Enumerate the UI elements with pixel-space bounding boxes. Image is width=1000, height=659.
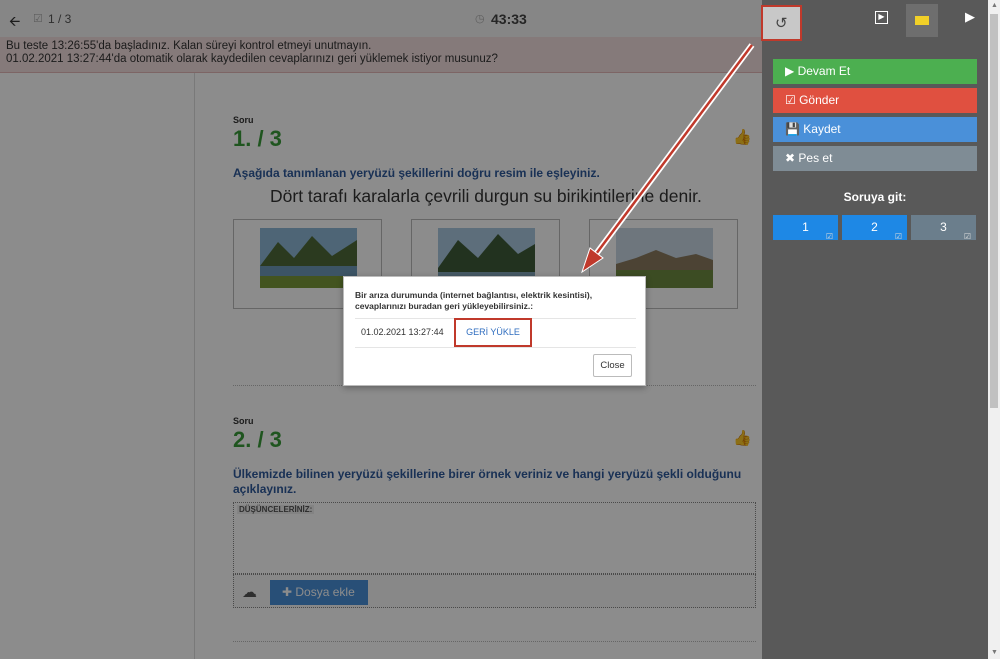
continue-button[interactable]: ▶ Devam Et (773, 59, 977, 84)
modal-message: Bir arıza durumunda (internet bağlantısı… (355, 290, 593, 311)
history-icon: ↺ (775, 15, 788, 32)
restore-button[interactable]: GERİ YÜKLE (454, 318, 532, 347)
scroll-down-icon[interactable]: ▼ (991, 649, 998, 656)
play-box-icon[interactable]: ▶ (875, 11, 888, 24)
save-button[interactable]: 💾 Kaydet (773, 117, 977, 142)
collapse-arrow-icon[interactable]: ▶ (965, 9, 975, 25)
close-button[interactable]: Close (593, 354, 632, 377)
give-up-label: Pes et (798, 151, 833, 165)
checkbox-icon: ☑ (894, 232, 902, 241)
goto-question-label: Soruya git: (843, 190, 907, 204)
submit-button[interactable]: ☑ Gönder (773, 88, 977, 113)
give-up-button[interactable]: ✖ Pes et (773, 146, 977, 171)
save-icon: 💾 (785, 122, 804, 136)
question-button-label: 3 (940, 220, 947, 234)
restore-history-button[interactable]: ↺ (761, 5, 802, 41)
scrollbar[interactable]: ▲ ▼ (988, 0, 1000, 659)
restore-modal: Bir arıza durumunda (internet bağlantısı… (343, 276, 646, 386)
divider (355, 347, 636, 348)
scrollbar-thumb[interactable] (990, 14, 998, 408)
saved-date: 01.02.2021 13:27:44 (361, 327, 444, 337)
goto-question-3-button[interactable]: 3 ☑ (911, 215, 976, 241)
list-icon (915, 16, 929, 25)
close-icon: ✖ (785, 151, 799, 165)
submit-label: Gönder (799, 93, 840, 107)
goto-question-2-button[interactable]: 2 ☑ (842, 215, 907, 241)
continue-label: Devam Et (797, 64, 851, 78)
checkbox-icon: ☑ (825, 232, 833, 241)
save-label: Kaydet (803, 122, 841, 136)
goto-question-1-button[interactable]: 1 ☑ (773, 215, 838, 241)
question-button-label: 1 (802, 220, 809, 234)
checkbox-icon: ☑ (785, 93, 800, 107)
layout-toggle-button[interactable] (906, 4, 938, 37)
scroll-up-icon[interactable]: ▲ (991, 2, 998, 9)
question-button-label: 2 (871, 220, 878, 234)
right-panel: ▶ ▶ ▶ Devam Et ☑ Gönder 💾 Kaydet ✖ Pes e… (762, 0, 988, 659)
play-icon: ▶ (785, 64, 798, 78)
checkbox-icon: ☑ (963, 232, 971, 241)
